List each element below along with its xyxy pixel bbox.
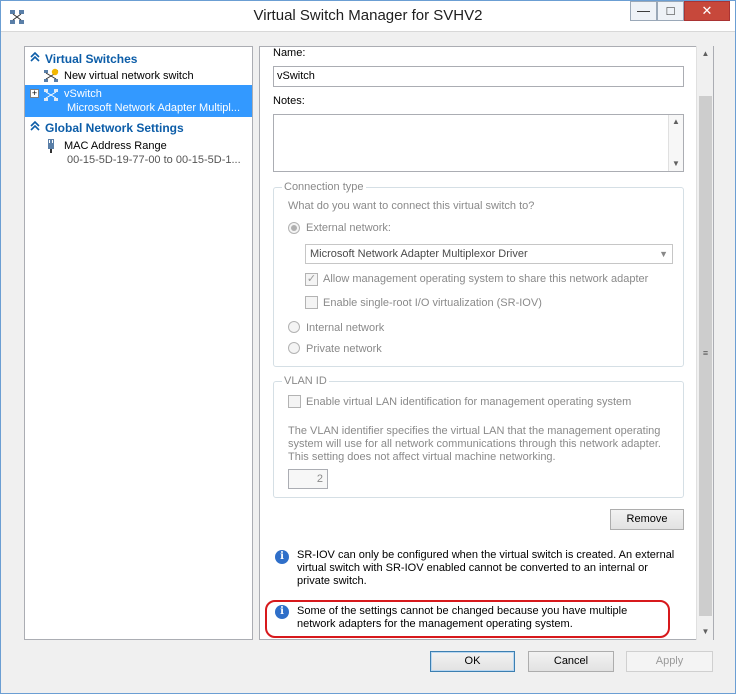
private-network-radio[interactable] bbox=[288, 342, 300, 354]
chevron-down-icon[interactable]: ▼ bbox=[669, 157, 683, 171]
connection-question: What do you want to connect this virtual… bbox=[288, 200, 535, 212]
vlan-enable-checkbox[interactable] bbox=[288, 395, 301, 408]
internal-network-label: Internal network bbox=[306, 322, 385, 334]
cancel-button[interactable]: Cancel bbox=[528, 651, 614, 672]
settings-info-text: Some of the settings cannot be changed b… bbox=[297, 605, 628, 630]
info-icon: i bbox=[275, 605, 289, 619]
vlan-description: The VLAN identifier specifies the virtua… bbox=[288, 425, 661, 463]
close-button[interactable]: ✕ bbox=[684, 1, 730, 21]
minimize-icon: — bbox=[637, 3, 650, 18]
external-network-radio[interactable] bbox=[288, 222, 300, 234]
name-label: Name: bbox=[273, 47, 306, 59]
maximize-icon: □ bbox=[666, 3, 675, 18]
virtual-switch-icon bbox=[44, 89, 58, 101]
tree-item-sublabel: 00-15-5D-19-77-00 to 00-15-5D-1... bbox=[67, 154, 241, 166]
chevron-down-icon: ▼ bbox=[659, 249, 668, 259]
section-virtual-switches[interactable]: Virtual Switches bbox=[25, 50, 252, 66]
allow-management-label: Allow management operating system to sha… bbox=[323, 273, 649, 285]
internal-network-radio[interactable] bbox=[288, 321, 300, 333]
section-global-network-settings[interactable]: Global Network Settings bbox=[25, 119, 252, 135]
vlan-enable-label: Enable virtual LAN identification for ma… bbox=[306, 396, 632, 408]
sriov-info-text: SR-IOV can only be configured when the v… bbox=[297, 549, 675, 587]
notes-textarea[interactable]: ▲ ▼ bbox=[273, 114, 684, 172]
maximize-button[interactable]: □ bbox=[657, 1, 684, 21]
tree-item-label: MAC Address Range bbox=[64, 140, 167, 152]
minimize-button[interactable]: — bbox=[630, 1, 657, 21]
network-adapter-icon bbox=[48, 139, 54, 153]
double-chevron-up-icon bbox=[30, 120, 40, 131]
right-pane-scrollbar[interactable]: ▲ ≡ ▼ bbox=[696, 46, 713, 640]
switch-properties-pane: Name: vSwitch Notes: ▲ ▼ Connection type… bbox=[259, 46, 714, 640]
remove-button[interactable]: Remove bbox=[610, 509, 684, 530]
notes-scrollbar[interactable]: ▲ ▼ bbox=[668, 115, 683, 171]
navigation-tree: Virtual Switches New virtual network swi… bbox=[24, 46, 253, 640]
window: Virtual Switch Manager for SVHV2 — □ ✕ V… bbox=[0, 0, 736, 694]
adapter-select[interactable]: Microsoft Network Adapter Multiplexor Dr… bbox=[305, 244, 673, 264]
tree-item-label: vSwitch bbox=[64, 88, 102, 100]
section-label: Global Network Settings bbox=[45, 121, 184, 135]
tree-item-label: New virtual network switch bbox=[64, 70, 194, 82]
chevron-up-icon[interactable]: ▲ bbox=[669, 115, 683, 129]
tree-item-sublabel: Microsoft Network Adapter Multipl... bbox=[67, 102, 241, 114]
info-icon: i bbox=[275, 550, 289, 564]
adapter-select-value: Microsoft Network Adapter Multiplexor Dr… bbox=[310, 248, 528, 260]
apply-button[interactable]: Apply bbox=[626, 651, 713, 672]
expand-toggle[interactable]: + bbox=[30, 89, 39, 98]
external-network-label: External network: bbox=[306, 222, 391, 234]
window-title: Virtual Switch Manager for SVHV2 bbox=[253, 7, 483, 24]
notes-label: Notes: bbox=[273, 95, 305, 107]
vlan-id-group: VLAN ID Enable virtual LAN identificatio… bbox=[273, 375, 684, 498]
connection-type-legend: Connection type bbox=[282, 181, 366, 193]
private-network-label: Private network bbox=[306, 343, 382, 355]
sriov-label: Enable single-root I/O virtualization (S… bbox=[323, 297, 542, 309]
chevron-up-icon[interactable]: ▲ bbox=[697, 46, 714, 62]
name-input[interactable]: vSwitch bbox=[273, 66, 684, 87]
ok-button[interactable]: OK bbox=[430, 651, 515, 672]
new-switch-icon bbox=[44, 68, 59, 82]
vlan-id-input[interactable]: 2 bbox=[288, 469, 328, 489]
sriov-checkbox[interactable] bbox=[305, 296, 318, 309]
tree-item-new-switch[interactable]: New virtual network switch bbox=[25, 67, 252, 85]
grip-icon: ≡ bbox=[702, 348, 709, 358]
tree-item-vswitch[interactable]: + vSwitch Microsoft Network Adapter Mult… bbox=[25, 85, 252, 117]
allow-management-checkbox[interactable]: ✓ bbox=[305, 273, 318, 286]
double-chevron-up-icon bbox=[30, 51, 40, 62]
section-label: Virtual Switches bbox=[45, 52, 138, 66]
chevron-down-icon[interactable]: ▼ bbox=[697, 624, 714, 640]
vlan-legend: VLAN ID bbox=[282, 375, 329, 387]
connection-type-group: Connection type What do you want to conn… bbox=[273, 181, 684, 367]
close-icon: ✕ bbox=[701, 3, 713, 18]
tree-item-mac-address-range[interactable]: MAC Address Range 00-15-5D-19-77-00 to 0… bbox=[25, 137, 252, 169]
title-bar: Virtual Switch Manager for SVHV2 — □ ✕ bbox=[1, 1, 735, 32]
